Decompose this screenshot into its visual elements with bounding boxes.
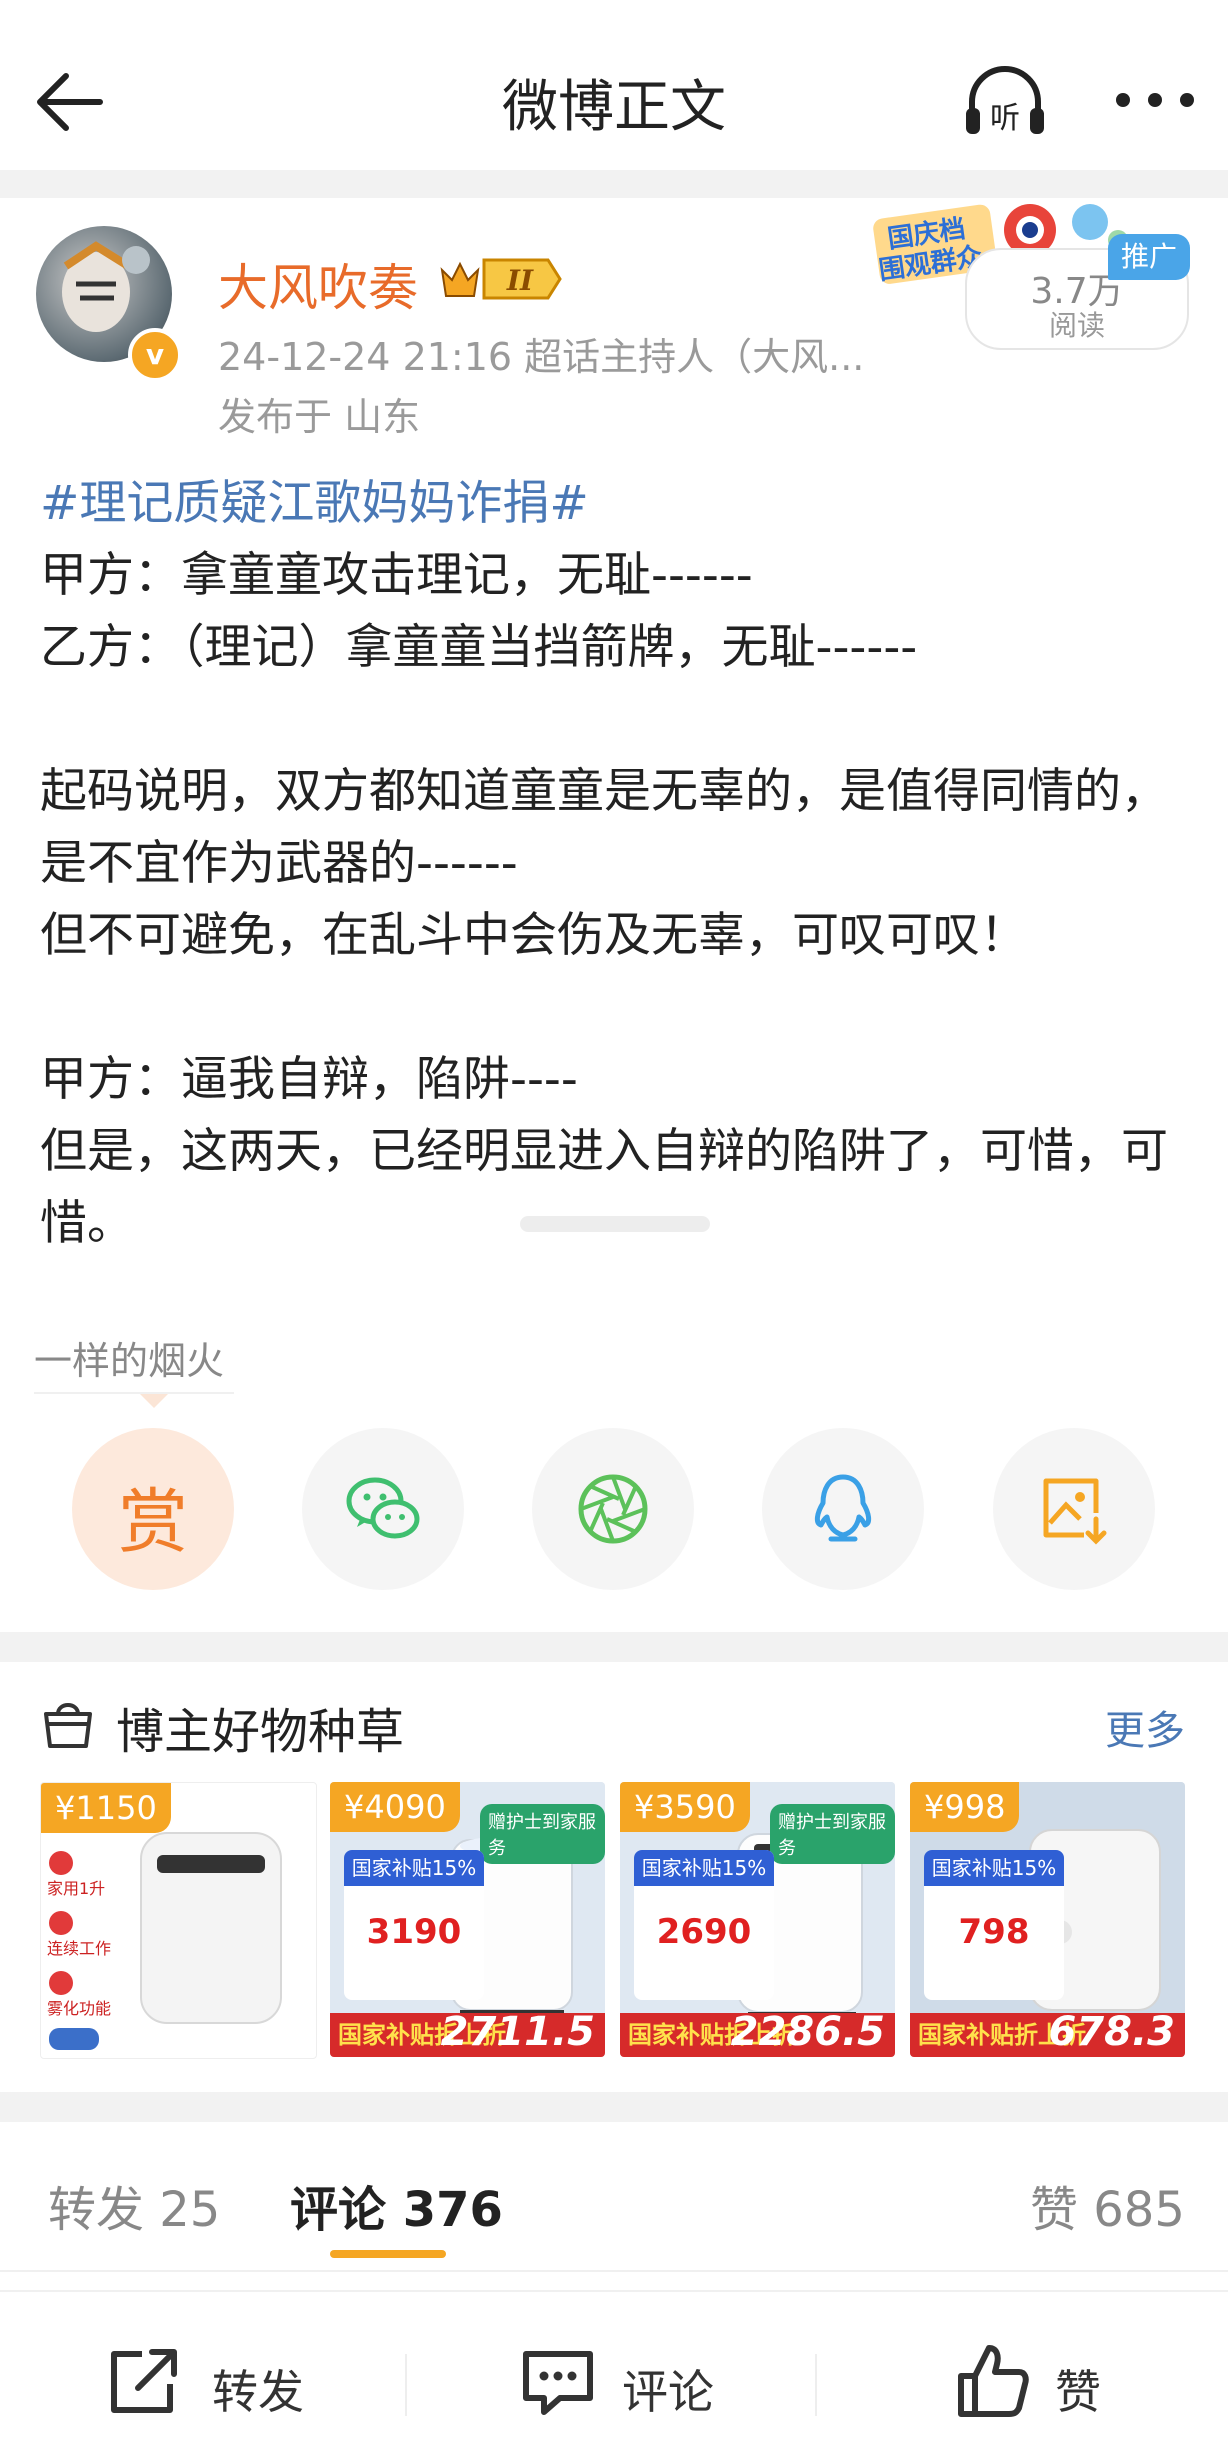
like-label: 赞 xyxy=(1055,2365,1101,2419)
top-navigation-bar: 微博正文 听 xyxy=(0,0,1228,170)
feature-label: 连续工作 xyxy=(47,1939,112,1958)
divider xyxy=(405,2354,407,2416)
divider xyxy=(0,2270,1228,2272)
price-tag: ¥1150 xyxy=(41,1783,171,1833)
section-divider xyxy=(0,1632,1228,1662)
reward-icon: 赏 xyxy=(118,1481,188,1563)
caption-underline xyxy=(34,1392,234,1394)
repost-label: 转发 xyxy=(212,2365,304,2419)
subsidy-box: 国家补贴15% 2690 xyxy=(634,1850,774,2000)
section-divider xyxy=(0,2092,1228,2122)
feature-label: 雾化功能 xyxy=(47,1999,112,2018)
verified-badge-icon: v xyxy=(128,328,182,382)
final-price: 2286.5 xyxy=(730,2009,885,2055)
share-qq-button[interactable] xyxy=(762,1428,924,1590)
comment-button[interactable]: 评论 xyxy=(520,2342,780,2422)
post-meta[interactable]: 24-12-24 21:16 超话主持人（大风... xyxy=(218,326,864,381)
share-wechat-button[interactable] xyxy=(302,1428,464,1590)
subsidy-head: 国家补贴15% xyxy=(344,1850,484,1886)
price-tag: ¥998 xyxy=(910,1782,1020,1832)
blurred-watermark xyxy=(520,1210,720,1238)
promoted-badge: 推广 xyxy=(1108,234,1190,280)
like-button[interactable]: 赞 xyxy=(955,2342,1155,2422)
product-card[interactable]: ¥1150 家用1升 连续工作 雾化功能 xyxy=(40,1782,317,2059)
product-card[interactable]: ¥3590 赠护士到家服务 国家补贴15% 2690 国家补贴折上折 2286.… xyxy=(620,1782,895,2057)
reward-button[interactable]: 赏 xyxy=(72,1428,234,1590)
reward-caption: 一样的烟火 xyxy=(34,1339,225,1383)
section-divider xyxy=(0,170,1228,198)
price-tag: ¥4090 xyxy=(330,1782,460,1832)
tab-comment[interactable]: 评论 376 xyxy=(290,2170,503,2240)
author-name[interactable]: 大风吹奏 xyxy=(218,248,418,320)
subsidy-box: 国家补贴15% 3190 xyxy=(344,1850,484,2000)
final-price: 678.3 xyxy=(1048,2009,1175,2055)
post-text: 甲方：拿童童攻击理记，无耻------ 乙方：（理记）拿童童当挡箭牌，无耻---… xyxy=(40,548,1168,1251)
bottom-action-bar: 转发 评论 赞 xyxy=(0,2290,1228,2454)
wechat-icon xyxy=(343,1469,423,1549)
tab-like[interactable]: 赞 685 xyxy=(1030,2170,1185,2240)
thumbs-up-icon xyxy=(958,2345,1029,2417)
service-badge: 赠护士到家服务 xyxy=(480,1804,605,1864)
feature-label: 家用1升 xyxy=(47,1879,106,1898)
subsidy-head: 国家补贴15% xyxy=(634,1850,774,1886)
product-card[interactable]: ¥4090 赠护士到家服务 国家补贴15% 3190 国家补贴折上折 2711.… xyxy=(330,1782,605,2057)
repost-button[interactable]: 转发 xyxy=(108,2342,368,2422)
subsidy-price: 2690 xyxy=(656,1912,752,1952)
share-moments-button[interactable] xyxy=(532,1428,694,1590)
qq-icon xyxy=(803,1469,883,1549)
comment-icon xyxy=(523,2351,593,2415)
comment-label: 评论 xyxy=(622,2365,714,2419)
goods-section-title: 博主好物种草 xyxy=(116,1704,405,1760)
moments-icon xyxy=(573,1469,653,1549)
more-options-icon[interactable] xyxy=(1105,70,1205,130)
caption-pointer xyxy=(140,1394,168,1408)
repost-icon xyxy=(111,2349,177,2413)
service-badge: 赠护士到家服务 xyxy=(770,1804,895,1864)
save-image-button[interactable] xyxy=(993,1428,1155,1590)
subsidy-box: 国家补贴15% 798 xyxy=(924,1850,1064,2000)
save-image-icon xyxy=(1034,1469,1114,1549)
subsidy-price: 798 xyxy=(958,1912,1030,1952)
subsidy-head: 国家补贴15% xyxy=(924,1850,1064,1886)
final-price: 2711.5 xyxy=(440,2009,595,2055)
listen-label: 听 xyxy=(990,101,1020,136)
tab-repost[interactable]: 转发 25 xyxy=(48,2170,220,2240)
post-content: #理记质疑江歌妈妈诈捐# 甲方：拿童童攻击理记，无耻------ 乙方：（理记）… xyxy=(40,468,1190,1260)
level-number: II xyxy=(506,264,534,297)
subsidy-price: 3190 xyxy=(366,1912,462,1952)
product-card[interactable]: ¥998 国家补贴15% 798 国家补贴折上折 678.3 xyxy=(910,1782,1185,2057)
post-location: 发布于 山东 xyxy=(218,395,421,439)
active-tab-indicator xyxy=(330,2250,446,2258)
shop-bag-icon xyxy=(40,1698,96,1750)
listen-headphones-icon[interactable]: 听 xyxy=(960,62,1050,142)
read-label: 阅读 xyxy=(1048,309,1105,342)
member-level-badge-icon[interactable]: II xyxy=(438,254,564,304)
price-tag: ¥3590 xyxy=(620,1782,750,1832)
hashtag-link[interactable]: #理记质疑江歌妈妈诈捐# xyxy=(40,476,589,531)
goods-more-link[interactable]: 更多 xyxy=(1105,1698,1185,1756)
divider xyxy=(815,2354,817,2416)
